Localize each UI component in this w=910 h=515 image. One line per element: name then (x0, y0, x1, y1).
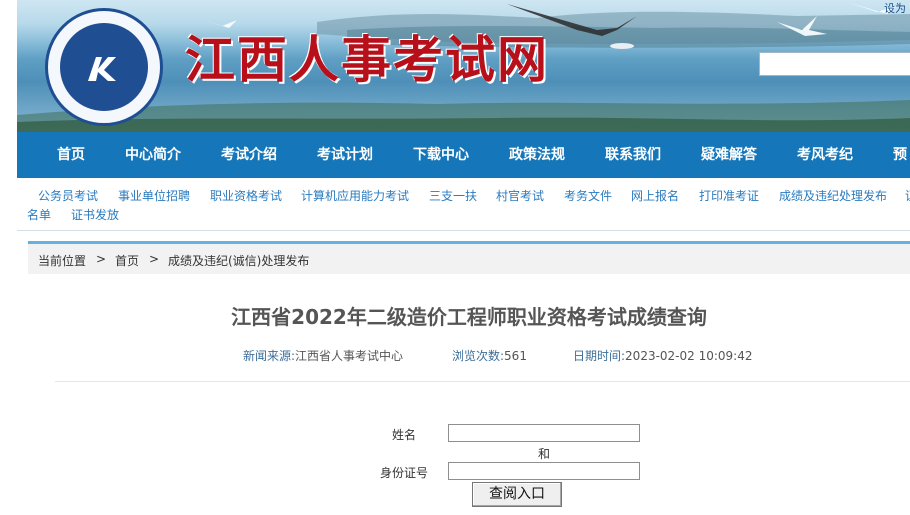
subnav-online-registration[interactable]: 网上报名 (631, 187, 679, 204)
nav-item-contact[interactable]: 联系我们 (605, 132, 661, 178)
nav-item-downloads[interactable]: 下载中心 (413, 132, 469, 178)
subnav-certificate-issuance[interactable]: 证书发放 (71, 206, 119, 223)
date-value: 2023-02-02 10:09:42 (625, 349, 753, 363)
breadcrumb-current-link[interactable]: 成绩及违纪(诚信)处理发布 (168, 252, 309, 269)
divider (55, 381, 910, 382)
id-number-label: 身份证号 (380, 466, 429, 480)
subnav-public-institution[interactable]: 事业单位招聘 (118, 187, 190, 204)
article-date: 日期时间:2023-02-02 10:09:42 (573, 347, 753, 364)
nav-item-policies[interactable]: 政策法规 (509, 132, 565, 178)
sub-nav: 公务员考试 事业单位招聘 职业资格考试 计算机应用能力考试 三支一扶 村官考试 … (17, 178, 910, 231)
subnav-certificate-cut[interactable]: 证 (905, 187, 910, 204)
subnav-computer-skills[interactable]: 计算机应用能力考试 (301, 187, 409, 204)
views-value: 561 (504, 349, 527, 363)
breadcrumb-separator: > (96, 252, 107, 266)
name-input[interactable] (448, 424, 640, 442)
subnav-civil-servant[interactable]: 公务员考试 (38, 187, 98, 204)
query-submit-button[interactable]: 查阅入口 (472, 482, 562, 507)
breadcrumb-separator-2: > (149, 252, 160, 266)
left-margin (0, 0, 17, 515)
and-text: 和 (538, 447, 551, 461)
subnav-print-admission[interactable]: 打印准考证 (699, 187, 759, 204)
nav-item-faq[interactable]: 疑难解答 (701, 132, 757, 178)
boat-icon (610, 43, 634, 49)
article-views: 浏览次数:561 (452, 347, 527, 364)
date-label: 日期时间: (573, 349, 626, 363)
views-label: 浏览次数: (452, 349, 505, 363)
logo-emblem-icon (88, 57, 116, 81)
nav-item-discipline[interactable]: 考风考纪 (797, 132, 853, 178)
subnav-village-official[interactable]: 村官考试 (496, 187, 544, 204)
main-nav: 首页 中心简介 考试介绍 考试计划 下载中心 政策法规 联系我们 疑难解答 考风… (17, 132, 910, 209)
source-label: 新闻来源: (243, 349, 296, 363)
subnav-name-list[interactable]: 名单 (27, 206, 51, 223)
nav-item-about[interactable]: 中心简介 (125, 132, 181, 178)
site-title: 江西人事考试网 (185, 30, 549, 89)
breadcrumb: 当前位置 > 首页 > 成绩及违纪(诚信)处理发布 (28, 244, 910, 274)
subnav-professional-qualification[interactable]: 职业资格考试 (210, 187, 282, 204)
breadcrumb-label: 当前位置 (38, 254, 87, 268)
subnav-three-supports[interactable]: 三支一扶 (429, 187, 477, 204)
nav-item-reserve[interactable]: 预约 (893, 132, 910, 209)
set-homepage-link[interactable]: 设为 (884, 0, 906, 16)
nav-item-home[interactable]: 首页 (57, 132, 85, 178)
subnav-results-violations[interactable]: 成绩及违纪处理发布 (779, 187, 887, 204)
page: 江西人事考试网 设为 首页 中心简介 考试介绍 考试计划 下载中心 政策法规 联… (0, 0, 910, 515)
nav-item-exam-intro[interactable]: 考试介绍 (221, 132, 277, 178)
source-value: 江西省人事考试中心 (295, 349, 404, 363)
subnav-exam-documents[interactable]: 考务文件 (564, 187, 612, 204)
search-input[interactable] (759, 52, 910, 76)
exam-center-logo (45, 8, 163, 126)
nav-item-exam-plan[interactable]: 考试计划 (317, 132, 373, 178)
content-panel: 当前位置 > 首页 > 成绩及违纪(诚信)处理发布 江西省2022年二级造价工程… (28, 241, 910, 515)
name-label: 姓名 (392, 428, 417, 442)
article-source: 新闻来源:江西省人事考试中心 (243, 347, 403, 364)
id-number-input[interactable] (448, 462, 640, 480)
article-title: 江西省2022年二级造价工程师职业资格考试成绩查询 (231, 305, 707, 329)
breadcrumb-home-link[interactable]: 首页 (115, 252, 139, 269)
